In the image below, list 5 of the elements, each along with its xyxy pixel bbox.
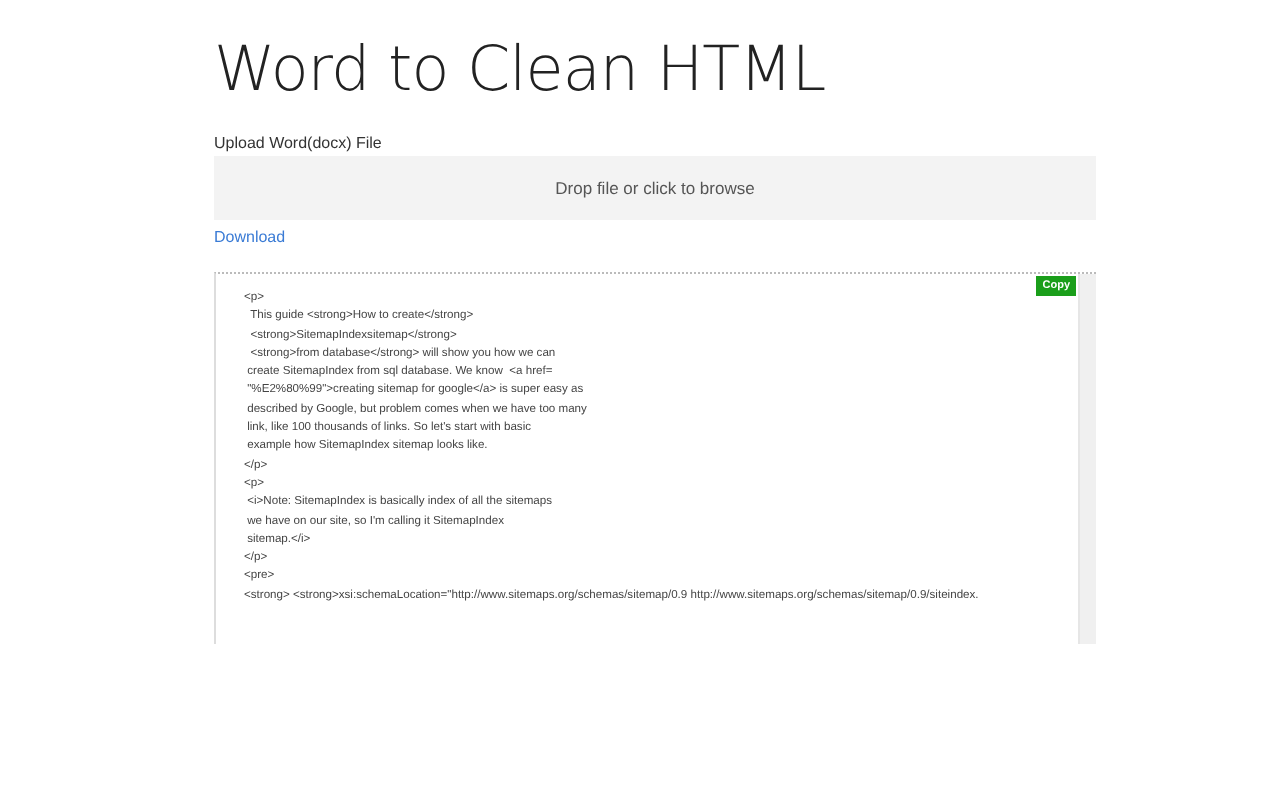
download-link[interactable]: Download — [214, 226, 286, 248]
drop-zone[interactable]: Drop file or click to browse — [214, 156, 1096, 220]
upload-label: Upload Word(docx) File — [214, 132, 382, 154]
scrollbar[interactable] — [1078, 274, 1096, 644]
page-title: Word to Clean HTML — [214, 32, 826, 108]
